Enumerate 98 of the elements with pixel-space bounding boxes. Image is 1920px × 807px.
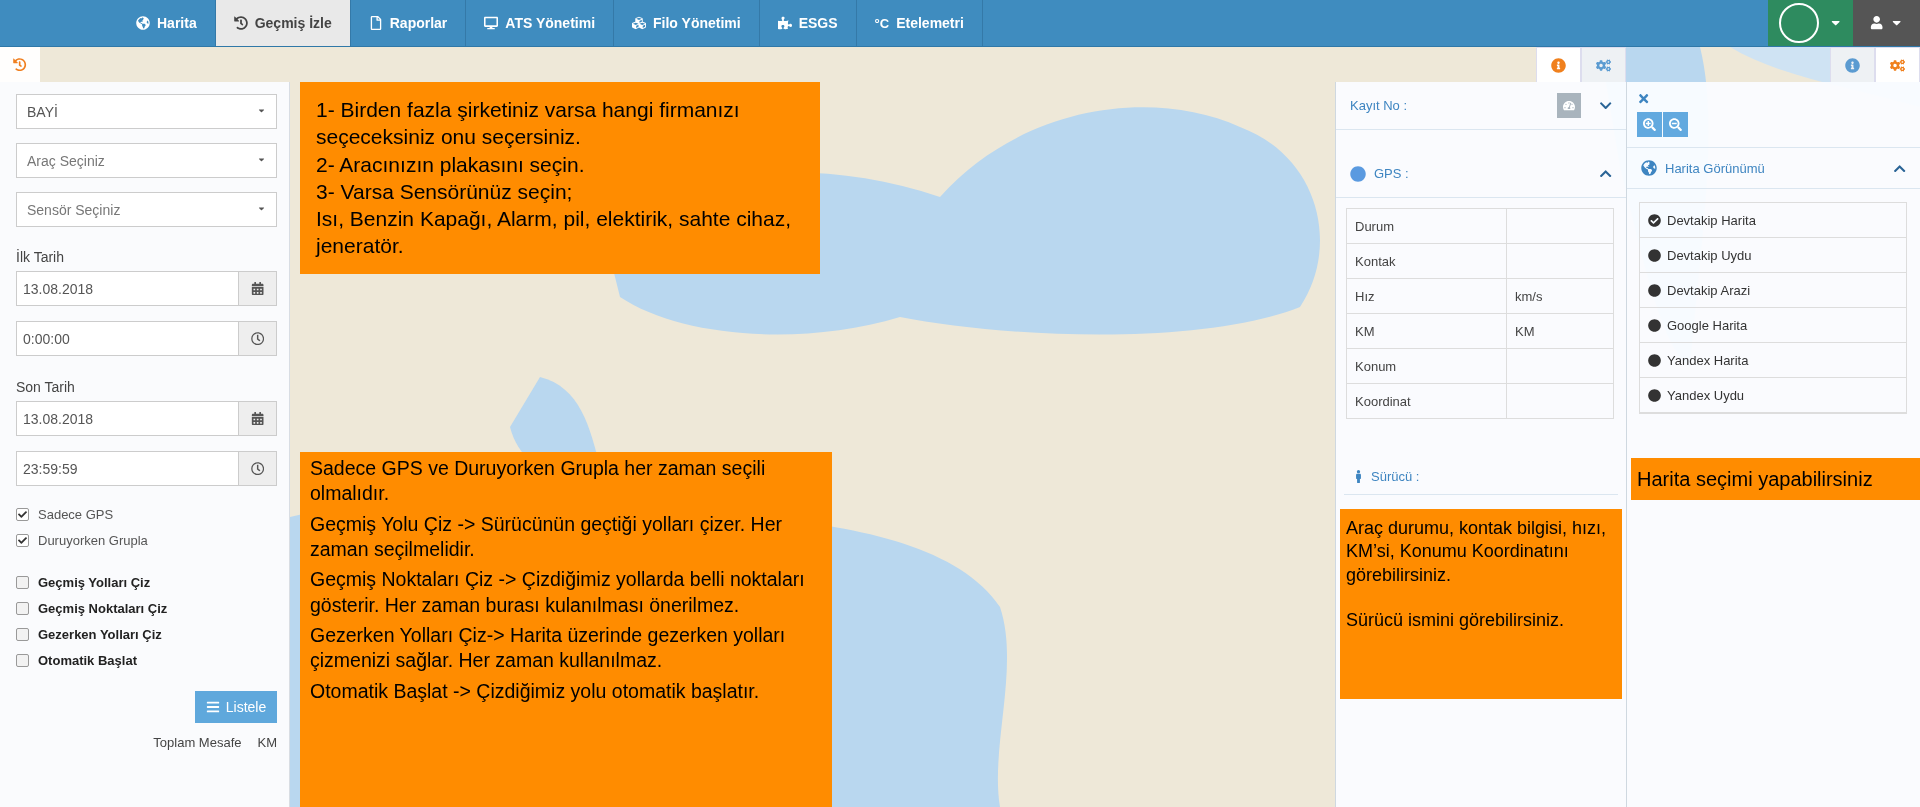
map-layer-item[interactable]: Devtakip Harita [1640, 203, 1906, 239]
table-cell: Hız [1346, 278, 1507, 314]
note-text: Harita seçimi yapabilirsiniz [1637, 467, 1874, 493]
note-text: Araç durumu, kontak bilgisi, hızı, KM’si, Konumu Koordinatını görebilirsiniz. [1346, 517, 1608, 587]
user-icon [1870, 16, 1884, 30]
note-text: Gezerken Yolları Çiz-> Harita üzerinde gezerken yolları çizmenizi sağlar. Her zaman kullanılmaz. [310, 623, 787, 674]
checkbox-label: Sadece GPS [38, 506, 114, 522]
user-menu-button[interactable] [1853, 0, 1920, 46]
globe-icon [136, 16, 150, 30]
nav-tab[interactable]: °C Etelemetri [856, 0, 983, 46]
total-distance-label: Toplam Mesafe [153, 735, 242, 750]
note-text: Isı, Benzin Kapağı, Alarm, pil, elektirik, sahte cihaz, jeneratör. [316, 206, 793, 260]
account-menu-button[interactable] [1768, 0, 1853, 46]
map-layer-item[interactable]: Google Harita [1640, 308, 1906, 344]
avatar-circle [1778, 3, 1819, 43]
note-text: Otomatik Başlat -> Çizdiğimiz yolu otomatik başlatır. [310, 678, 761, 704]
note-text: Geçmiş Yolu Çiz -> Sürücünün geçtiği yolları çizer. Her zaman seçilmelidir. [310, 511, 783, 563]
note-text: Sadece GPS ve Duruyorken Grupla her zaman seçili olmalıdır. [310, 456, 767, 507]
table-cell: Konum [1346, 348, 1507, 384]
checkbox[interactable] [16, 653, 29, 667]
dropdown-select[interactable]: BAYİ [16, 94, 277, 129]
clock-icon [250, 331, 265, 346]
clock-button[interactable] [238, 451, 277, 486]
clock-button[interactable] [238, 321, 277, 356]
note-text: 1- Birden fazla şirketiniz varsa hangi firmanızı seçeceksiniz onu seçersiniz. [316, 97, 741, 151]
note-text: Sürücü ismini görebilirsiniz. [1346, 609, 1566, 633]
note-text: 3- Varsa Sensörünüz seçin; [316, 178, 574, 205]
checkbox[interactable] [16, 507, 29, 521]
gauge-button[interactable] [1556, 93, 1581, 118]
driver-label: Sürücü : [1371, 469, 1420, 484]
nav-tab[interactable]: Raporlar [350, 0, 467, 46]
checkbox-label: Duruyorken Grupla [38, 532, 148, 548]
history-tab[interactable] [0, 47, 40, 82]
info-icon [1551, 57, 1566, 73]
field-label: İlk Tarih [16, 249, 65, 265]
globe-icon [1641, 160, 1657, 177]
checkbox-label: Geçmiş Yolları Çiz [38, 574, 151, 590]
checkbox-label: Otomatik Başlat [38, 652, 137, 668]
history-icon [13, 57, 27, 72]
menu-icon [205, 700, 220, 714]
close-icon [1637, 92, 1651, 106]
map-layer-item[interactable]: Yandex Uydu [1640, 378, 1906, 414]
cubes-icon [632, 16, 647, 30]
note-text: Geçmiş Noktaları Çiz -> Çizdiğimiz yollarda belli noktaları gösterir. Her zaman burası kulanılması önerilmez. [310, 567, 806, 618]
time-input[interactable]: 0:00:00 [16, 321, 238, 356]
note-text: 2- Aracınızın plakasını seçin. [316, 151, 586, 178]
table-cell: KM [1506, 313, 1614, 349]
date-input[interactable]: 13.08.2018 [16, 271, 238, 306]
info-icon [1845, 57, 1860, 73]
gauge-icon [1562, 98, 1575, 113]
dropdown-select[interactable]: Sensör Seçiniz [16, 192, 277, 227]
history-icon [233, 16, 248, 30]
calendar-button[interactable] [238, 401, 277, 436]
nav-tab[interactable]: Harita [118, 0, 216, 46]
table-cell: KM [1346, 313, 1507, 349]
dot-icon [1350, 165, 1366, 182]
zoom-out-icon [1669, 118, 1682, 132]
checkbox-label: Gezerken Yolları Çiz [38, 626, 162, 642]
gps-label: GPS : [1374, 166, 1410, 181]
nav-tab[interactable]: ESGS [759, 0, 857, 46]
section-title: Harita Görünümü [1665, 160, 1766, 176]
checkbox[interactable] [16, 627, 29, 641]
nav-tab[interactable]: ATS Yönetimi [466, 0, 615, 46]
calendar-button[interactable] [238, 271, 277, 306]
table-cell: Durum [1346, 208, 1507, 244]
close-button[interactable] [1637, 92, 1651, 106]
table-cell: km/s [1506, 278, 1614, 314]
map-layer-item[interactable]: Yandex Harita [1640, 343, 1906, 379]
settings-tab[interactable] [1581, 47, 1626, 82]
map-layer-item[interactable]: Devtakip Arazi [1640, 273, 1906, 309]
table-cell: Koordinat [1346, 383, 1507, 419]
gears-icon [1596, 57, 1611, 73]
date-input[interactable]: 13.08.2018 [16, 401, 238, 436]
checkbox-label: Geçmiş Noktaları Çiz [38, 600, 168, 616]
gears-icon [1890, 57, 1905, 73]
monitor-icon [484, 16, 499, 30]
checkbox[interactable] [16, 575, 29, 589]
map-layer-item[interactable]: Devtakip Uydu [1640, 238, 1906, 274]
puzzle-icon [777, 16, 792, 30]
calendar-icon [250, 281, 265, 296]
celsius-icon: °C [874, 15, 890, 31]
distance-unit: KM [257, 735, 277, 750]
zoom-in-icon [1643, 118, 1656, 132]
checkbox[interactable] [16, 601, 29, 615]
time-input[interactable]: 23:59:59 [16, 451, 238, 486]
info-tab[interactable] [1536, 47, 1581, 82]
calendar-icon [250, 411, 265, 426]
nav-tab[interactable]: Geçmiş İzle [215, 0, 351, 46]
field-label: Son Tarih [16, 379, 76, 395]
record-label: Kayıt No : [1350, 98, 1409, 113]
checkbox[interactable] [16, 533, 29, 547]
zoom-out-button[interactable] [1663, 112, 1688, 138]
file-icon [368, 16, 383, 30]
nav-tab[interactable]: Filo Yönetimi [614, 0, 760, 46]
clock-icon [250, 461, 265, 476]
dropdown-select[interactable]: Araç Seçiniz [16, 143, 277, 178]
zoom-in-button[interactable] [1637, 112, 1662, 138]
table-cell: Kontak [1346, 243, 1507, 279]
